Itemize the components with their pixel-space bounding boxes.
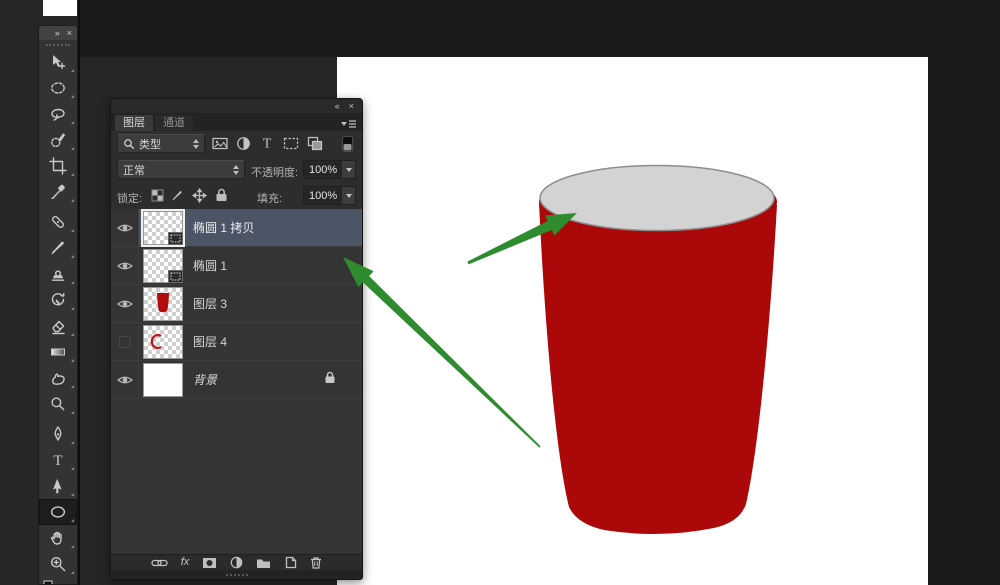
pen-tool[interactable]: [39, 421, 77, 447]
lock-transparent-pixels-icon[interactable]: [151, 189, 164, 202]
layer-name: 椭圆 1: [193, 257, 227, 274]
eraser-tool[interactable]: [39, 313, 77, 339]
new-adjustment-layer-icon[interactable]: [230, 556, 243, 569]
tab-channels[interactable]: 通道: [155, 115, 193, 131]
fill-label: 填充:: [257, 190, 282, 206]
layer-row-layer-3[interactable]: 图层 3: [111, 285, 362, 323]
window-sliver: [43, 0, 77, 16]
layers-panel-titlebar: « ×: [111, 99, 362, 113]
layers-list: 椭圆 1 拷贝 椭圆 1 图层 3: [111, 209, 362, 554]
ellipse-tool[interactable]: [39, 499, 77, 525]
visibility-eye-empty[interactable]: [111, 323, 139, 360]
gradient-tool[interactable]: [39, 339, 77, 365]
red-crescent-thumbnail: [144, 326, 182, 358]
layer-filter-row: 类型 T: [111, 131, 362, 157]
layer-name: 图层 4: [193, 333, 227, 350]
opacity-label: 不透明度:: [251, 164, 298, 180]
brush-tool[interactable]: [39, 235, 77, 261]
panel-grip-handle[interactable]: [39, 40, 77, 49]
layer-thumbnail[interactable]: [143, 249, 183, 283]
layer-thumbnail[interactable]: [143, 287, 183, 321]
lock-position-icon[interactable]: [192, 188, 207, 203]
quick-selection-tool[interactable]: [39, 127, 77, 153]
smudge-tool[interactable]: [39, 365, 77, 391]
visibility-eye-icon[interactable]: [111, 361, 139, 398]
fill-value[interactable]: 100%: [303, 186, 356, 205]
shape-layer-badge-icon: [168, 270, 183, 283]
layer-row-ellipse-1-copy[interactable]: 椭圆 1 拷贝: [111, 209, 362, 247]
panel-resize-grip[interactable]: [111, 570, 362, 579]
filter-smart-objects-icon[interactable]: [307, 136, 323, 151]
path-selection-tool[interactable]: [39, 473, 77, 499]
layer-row-layer-4[interactable]: 图层 4: [111, 323, 362, 361]
crop-tool[interactable]: [39, 153, 77, 179]
visibility-eye-icon[interactable]: [111, 285, 139, 322]
layer-thumbnail[interactable]: [143, 325, 183, 359]
document-canvas[interactable]: [337, 57, 928, 585]
filter-type-layers-icon[interactable]: T: [260, 135, 274, 150]
shape-layer-badge-icon: [168, 232, 183, 245]
red-cup-thumbnail: [144, 288, 182, 320]
collapse-panel-icon[interactable]: »: [55, 29, 60, 38]
clone-stamp-tool[interactable]: [39, 261, 77, 287]
link-layers-icon[interactable]: [151, 558, 168, 568]
filter-pixel-layers-icon[interactable]: [212, 136, 228, 151]
filter-adjustment-layers-icon[interactable]: [236, 136, 251, 151]
svg-text:T: T: [263, 137, 272, 151]
layer-thumbnail[interactable]: [143, 211, 183, 245]
delete-layer-trash-icon[interactable]: [310, 556, 322, 569]
color-swatches[interactable]: [39, 577, 77, 585]
layer-row-ellipse-1[interactable]: 椭圆 1: [111, 247, 362, 285]
lock-all-icon[interactable]: [215, 188, 228, 202]
lock-image-pixels-icon[interactable]: [171, 189, 185, 202]
blend-mode-dropdown[interactable]: 正常: [117, 160, 245, 179]
layer-thumbnail[interactable]: [143, 363, 183, 397]
move-tool[interactable]: [39, 49, 77, 75]
search-icon: [123, 138, 135, 150]
type-tool[interactable]: T: [39, 447, 77, 473]
add-layer-mask-icon[interactable]: [202, 557, 217, 569]
spot-healing-brush-tool[interactable]: [39, 209, 77, 235]
cup-top-ellipse: [540, 166, 774, 231]
workspace-background-top: [80, 0, 1000, 57]
dodge-tool[interactable]: [39, 391, 77, 417]
new-group-folder-icon[interactable]: [256, 557, 271, 569]
tab-layers[interactable]: 图层: [115, 115, 153, 131]
filter-kind-dropdown[interactable]: 类型: [117, 134, 205, 153]
layer-name: 背景: [193, 371, 217, 388]
layer-name: 图层 3: [193, 295, 227, 312]
close-panel-icon[interactable]: ×: [349, 102, 354, 111]
close-panel-icon[interactable]: ×: [67, 29, 72, 38]
filter-shape-layers-icon[interactable]: [283, 136, 299, 151]
layers-panel-footer: fx: [111, 554, 362, 570]
collapse-to-icons-icon[interactable]: «: [335, 102, 340, 111]
lock-row: 锁定: 填充: 100%: [111, 183, 362, 209]
new-layer-icon[interactable]: [284, 556, 297, 569]
layer-styles-fx-icon[interactable]: fx: [181, 557, 190, 568]
background-lock-icon: [324, 371, 336, 389]
eyedropper-tool[interactable]: [39, 179, 77, 205]
tools-panel: » × T: [38, 25, 78, 585]
cup-body: [539, 203, 777, 534]
tools-panel-titlebar: » ×: [39, 26, 77, 40]
layer-name: 椭圆 1 拷贝: [193, 219, 254, 236]
svg-text:T: T: [53, 453, 62, 469]
red-cup-artwork: [337, 57, 928, 585]
history-brush-tool[interactable]: [39, 287, 77, 313]
workspace-background-right: [928, 0, 1000, 585]
panel-tabs: 图层 通道: [111, 113, 362, 131]
filter-on-off-toggle[interactable]: [342, 136, 353, 152]
elliptical-marquee-tool[interactable]: [39, 75, 77, 101]
lock-label: 锁定:: [117, 190, 142, 206]
layers-panel: « × 图层 通道 类型 T 正常: [110, 98, 363, 580]
opacity-value[interactable]: 100%: [303, 160, 356, 179]
visibility-eye-icon[interactable]: [111, 247, 139, 284]
dock-edge-divider: [78, 0, 80, 585]
lasso-tool[interactable]: [39, 101, 77, 127]
hand-tool[interactable]: [39, 525, 77, 551]
visibility-eye-icon[interactable]: [111, 209, 139, 246]
layer-row-background[interactable]: 背景: [111, 361, 362, 399]
blend-mode-row: 正常 不透明度: 100%: [111, 157, 362, 183]
zoom-tool[interactable]: [39, 551, 77, 577]
